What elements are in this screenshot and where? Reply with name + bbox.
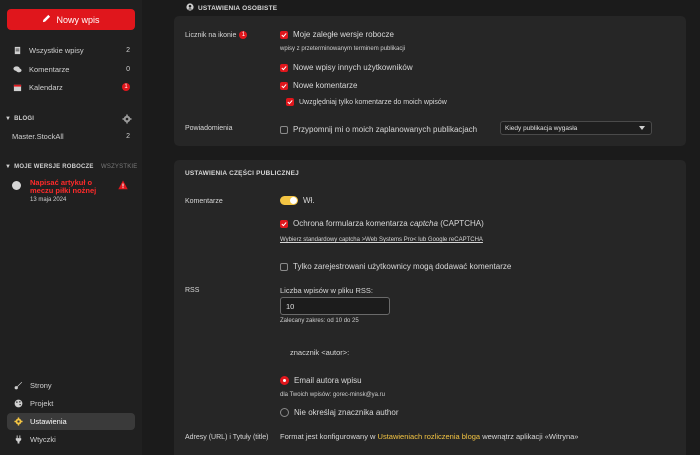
sidebar-item-blog[interactable]: Master.StockAll 2: [12, 130, 130, 142]
plug-icon: [13, 435, 23, 445]
comments-label: Komentarze: [185, 198, 223, 205]
checkbox-checked-icon: [280, 219, 288, 228]
gear-icon: [13, 417, 23, 427]
caret-down-icon: ▼: [5, 164, 12, 170]
gear-icon[interactable]: [122, 114, 132, 124]
sidebar-item-label: Wszystkie wpisy: [29, 45, 84, 55]
rss-range-hint: Zalecany zakres: od 10 do 25: [280, 318, 359, 324]
new-post-button[interactable]: Nowy wpis: [7, 9, 135, 30]
sidebar-item-design[interactable]: Projekt: [7, 395, 135, 412]
checkbox-checked-icon: [280, 81, 288, 90]
rss-count-input[interactable]: 10: [280, 297, 390, 315]
rss-count-label: Liczba wpisów w pliku RSS:: [280, 286, 373, 295]
count: 2: [126, 46, 130, 54]
counter-label: Licznik na ikonie 1: [185, 31, 248, 39]
sidebar-item-label: Kalendarz: [29, 82, 63, 92]
author-tag-label: znacznik <autor>:: [290, 348, 350, 357]
document-icon: [12, 45, 22, 55]
checkbox-unchecked-icon: [280, 125, 288, 134]
user-icon: [186, 3, 194, 13]
registered-only-checkbox[interactable]: Tylko zarejestrowani użytkownicy mogą do…: [280, 262, 511, 271]
counter-badge: 1: [239, 31, 248, 39]
radio-selected-icon: [280, 376, 289, 385]
notif-reminder-checkbox[interactable]: Przypomnij mi o moich zaplanowanych publ…: [280, 125, 477, 134]
opt-drafts-checkbox[interactable]: Moje zaległe wersje robocze: [280, 30, 394, 39]
radio-unselected-icon: [280, 408, 289, 417]
chevron-down-icon: [639, 126, 645, 130]
drafts-header[interactable]: ▼ MOJE WERSJE ROBOCZE: [5, 164, 94, 170]
opt-drafts-hint: wpisy z przeterminowanym terminem publik…: [280, 46, 406, 52]
sidebar-item-label: Komentarze: [29, 64, 70, 74]
count: 2: [126, 132, 130, 140]
notif-timing-select[interactable]: Kiedy publikacja wygasła: [500, 121, 652, 135]
palette-icon: [13, 399, 23, 409]
urls-info: Format jest konfigurowany w Ustawieniach…: [280, 432, 579, 441]
calendar-badge: 1: [122, 83, 130, 91]
author-email-hint: dla Twoich wpisów: gorec-minsk@ya.ru: [280, 392, 386, 398]
checkbox-checked-icon: [280, 30, 288, 39]
sidebar: Nowy wpis Wszystkie wpisy 2 Komentarze 0…: [0, 0, 142, 455]
public-settings-panel: USTAWIENIA CZĘŚCI PUBLICZNEJ Komentarze …: [174, 160, 686, 455]
sidebar-item-calendar[interactable]: Kalendarz 1: [12, 81, 130, 93]
blog-name: Master.StockAll: [12, 131, 64, 141]
draft-title: Napisać artykuł o meczu piłki nożnej: [30, 178, 97, 195]
checkbox-checked-icon: [280, 63, 288, 72]
sidebar-item-plugins[interactable]: Wtyczki: [7, 431, 135, 448]
sidebar-item-all-posts[interactable]: Wszystkie wpisy 2: [12, 44, 130, 56]
personal-settings-header: USTAWIENIA OSOBISTE: [186, 3, 277, 13]
captcha-choice-link[interactable]: Wybierz standardowy captcha >Web Systems…: [280, 237, 483, 243]
comments-icon: [12, 64, 22, 74]
count: 0: [126, 65, 130, 73]
author-none-radio[interactable]: Nie określaj znacznika author: [280, 408, 399, 417]
calendar-icon: [12, 82, 22, 92]
new-post-label: Nowy wpis: [56, 14, 100, 25]
checkbox-checked-icon: [286, 98, 294, 106]
personal-settings-panel: Licznik na ikonie 1 Moje zaległe wersje …: [174, 16, 686, 146]
brush-icon: [13, 381, 23, 391]
main-content: USTAWIENIA OSOBISTE Licznik na ikonie 1 …: [142, 0, 700, 455]
notifications-label: Powiadomienia: [185, 125, 233, 132]
sidebar-item-settings[interactable]: Ustawienia: [7, 413, 135, 430]
checkbox-unchecked-icon: [280, 262, 288, 271]
opt-new-posts-checkbox[interactable]: Nowe wpisy innych użytkowników: [280, 63, 413, 72]
author-email-radio[interactable]: Email autora wpisu: [280, 376, 362, 385]
caret-down-icon: ▼: [5, 116, 12, 122]
opt-new-comments-checkbox[interactable]: Nowe komentarze: [280, 81, 357, 90]
public-settings-title: USTAWIENIA CZĘŚCI PUBLICZNEJ: [185, 170, 299, 177]
pencil-icon: [42, 14, 51, 25]
sidebar-item-comments[interactable]: Komentarze 0: [12, 63, 130, 75]
blogs-header[interactable]: ▼ BLOGI: [5, 116, 34, 122]
rss-label: RSS: [185, 287, 200, 294]
toggle-switch: [280, 196, 298, 205]
draft-date: 13 maja 2024: [30, 197, 67, 203]
comments-toggle[interactable]: Wł.: [280, 196, 315, 205]
drafts-all-link[interactable]: WSZYSTKIE: [101, 164, 137, 170]
warning-icon: [118, 180, 128, 190]
avatar: [12, 181, 21, 190]
urls-label: Adresy (URL) i Tytuły (title): [185, 434, 269, 441]
captcha-checkbox[interactable]: Ochrona formularza komentarza captcha (C…: [280, 219, 484, 228]
billing-settings-link[interactable]: Ustawieniach rozliczenia bloga: [378, 432, 481, 441]
sidebar-item-pages[interactable]: Strony: [7, 377, 135, 394]
opt-own-comments-checkbox[interactable]: Uwzględniaj tylko komentarze do moich wp…: [286, 98, 447, 106]
